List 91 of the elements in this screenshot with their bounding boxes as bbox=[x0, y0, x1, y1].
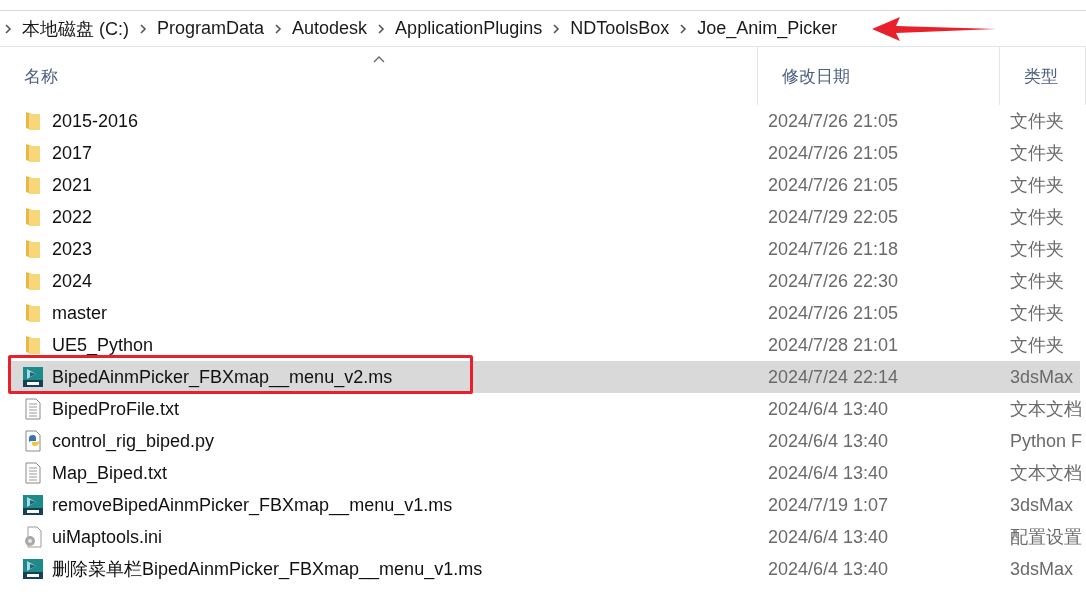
modified-date: 2024/6/4 13:40 bbox=[768, 558, 890, 580]
modified-date: 2024/7/29 22:05 bbox=[768, 206, 900, 228]
modified-date: 2024/7/26 21:05 bbox=[768, 302, 900, 324]
file-row[interactable]: 2017 2024/7/26 21:05 文件夹 bbox=[10, 137, 1080, 169]
modified-date: 2024/6/4 13:40 bbox=[768, 398, 890, 420]
file-type: 3dsMax bbox=[1010, 494, 1075, 516]
file-name: 2015-2016 bbox=[52, 110, 139, 132]
file-name: 2022 bbox=[52, 206, 93, 228]
script-file-icon bbox=[22, 366, 44, 388]
file-type: 文件夹 bbox=[1010, 238, 1065, 261]
modified-date: 2024/7/26 21:18 bbox=[768, 238, 900, 260]
chevron-icon bbox=[274, 22, 283, 35]
file-row[interactable]: Map_Biped.txt 2024/6/4 13:40 文本文档 bbox=[10, 457, 1080, 489]
file-name: uiMaptools.ini bbox=[52, 526, 163, 548]
modified-date: 2024/7/19 1:07 bbox=[768, 494, 890, 516]
file-name: Map_Biped.txt bbox=[52, 462, 168, 484]
folder-icon bbox=[25, 207, 41, 227]
script-file-icon bbox=[22, 558, 44, 580]
file-row[interactable]: 2015-2016 2024/7/26 21:05 文件夹 bbox=[10, 105, 1080, 137]
file-type: Python F bbox=[1010, 430, 1083, 452]
file-name: BipedAinmPicker_FBXmap__menu_v2.ms bbox=[52, 366, 393, 388]
sort-up-icon bbox=[373, 55, 385, 63]
file-row[interactable]: control_rig_biped.py 2024/6/4 13:40 Python F bbox=[10, 425, 1080, 457]
folder-icon bbox=[25, 143, 41, 163]
chevron-icon bbox=[679, 22, 688, 35]
file-row[interactable]: BipedProFile.txt 2024/6/4 13:40 文本文档 bbox=[10, 393, 1080, 425]
modified-date: 2024/7/28 21:01 bbox=[768, 334, 900, 356]
modified-date: 2024/7/26 21:05 bbox=[768, 174, 900, 196]
file-row[interactable]: 2023 2024/7/26 21:18 文件夹 bbox=[10, 233, 1080, 265]
file-name: 删除菜单栏BipedAinmPicker_FBXmap__menu_v1.ms bbox=[52, 558, 483, 581]
file-name: UE5_Python bbox=[52, 334, 154, 356]
file-type: 文件夹 bbox=[1010, 270, 1065, 293]
file-name: control_rig_biped.py bbox=[52, 430, 215, 452]
modified-date: 2024/6/4 13:40 bbox=[768, 430, 890, 452]
file-row[interactable]: UE5_Python 2024/7/28 21:01 文件夹 bbox=[10, 329, 1080, 361]
modified-date: 2024/6/4 13:40 bbox=[768, 526, 890, 548]
script-file-icon bbox=[22, 494, 44, 516]
file-row[interactable]: removeBipedAinmPicker_FBXmap__menu_v1.ms 2024/7/19 1:07 3dsMax bbox=[10, 489, 1080, 521]
breadcrumb-item[interactable]: Joe_Anim_Picker bbox=[697, 18, 838, 39]
file-type: 配置设置 bbox=[1010, 526, 1082, 549]
file-name: BipedProFile.txt bbox=[52, 398, 180, 420]
breadcrumb-item[interactable]: ProgramData bbox=[157, 18, 265, 39]
file-type: 文本文档 bbox=[1010, 398, 1082, 421]
file-type: 文件夹 bbox=[1010, 206, 1065, 229]
file-row[interactable]: master 2024/7/26 21:05 文件夹 bbox=[10, 297, 1080, 329]
file-name: removeBipedAinmPicker_FBXmap__menu_v1.ms bbox=[52, 494, 453, 516]
file-row[interactable]: BipedAinmPicker_FBXmap__menu_v2.ms 2024/7/24 22:14 3dsMax bbox=[10, 361, 1080, 393]
text-file-icon bbox=[24, 462, 42, 484]
file-row[interactable]: uiMaptools.ini 2024/6/4 13:40 配置设置 bbox=[10, 521, 1080, 553]
file-type: 文件夹 bbox=[1010, 334, 1065, 357]
modified-date: 2024/7/26 21:05 bbox=[768, 142, 900, 164]
column-header[interactable]: 名称 bbox=[0, 47, 758, 105]
folder-icon bbox=[25, 335, 41, 355]
file-row[interactable]: 删除菜单栏BipedAinmPicker_FBXmap__menu_v1.ms 2024/6/4 13:40 3dsMax bbox=[10, 553, 1080, 585]
chevron-icon bbox=[377, 22, 386, 35]
file-row[interactable]: 2024 2024/7/26 22:30 文件夹 bbox=[10, 265, 1080, 297]
chevron-icon bbox=[139, 22, 147, 35]
modified-date: 2024/7/26 22:30 bbox=[768, 270, 900, 292]
file-type: 文件夹 bbox=[1010, 174, 1065, 197]
file-name: 2023 bbox=[52, 238, 93, 260]
modified-date: 2024/6/4 13:40 bbox=[768, 462, 890, 484]
column-header[interactable]: 类型 bbox=[1000, 47, 1086, 105]
folder-icon bbox=[25, 271, 41, 291]
breadcrumb-item[interactable]: NDToolsBox bbox=[570, 18, 670, 39]
text-file-icon bbox=[24, 398, 42, 420]
column-header[interactable]: 修改日期 bbox=[758, 47, 1000, 105]
breadcrumb-item[interactable]: 本地磁盘 (C:) bbox=[22, 16, 129, 41]
file-name: 2024 bbox=[52, 270, 93, 292]
modified-date: 2024/7/24 22:14 bbox=[768, 366, 900, 388]
file-type: 3dsMax bbox=[1010, 366, 1075, 388]
file-name: 2021 bbox=[52, 174, 93, 196]
file-name: 2017 bbox=[52, 142, 93, 164]
file-type: 文本文档 bbox=[1010, 462, 1082, 485]
file-type: 文件夹 bbox=[1010, 302, 1065, 325]
chevron-icon bbox=[4, 22, 12, 35]
file-type: 3dsMax bbox=[1010, 558, 1075, 580]
folder-icon bbox=[25, 239, 41, 259]
file-name: master bbox=[52, 302, 107, 324]
folder-icon bbox=[25, 111, 41, 131]
breadcrumb-item[interactable]: ApplicationPlugins bbox=[395, 18, 543, 39]
file-type: 文件夹 bbox=[1010, 142, 1065, 165]
breadcrumb-item[interactable]: Autodesk bbox=[292, 18, 368, 39]
modified-date: 2024/7/26 21:05 bbox=[768, 110, 900, 132]
chevron-icon bbox=[552, 22, 561, 35]
folder-icon bbox=[25, 175, 41, 195]
file-row[interactable]: 2022 2024/7/29 22:05 文件夹 bbox=[10, 201, 1080, 233]
file-row[interactable]: 2021 2024/7/26 21:05 文件夹 bbox=[10, 169, 1080, 201]
folder-icon bbox=[25, 303, 41, 323]
file-type: 文件夹 bbox=[1010, 110, 1065, 133]
python-file-icon bbox=[23, 430, 43, 452]
settings-file-icon bbox=[23, 526, 43, 548]
